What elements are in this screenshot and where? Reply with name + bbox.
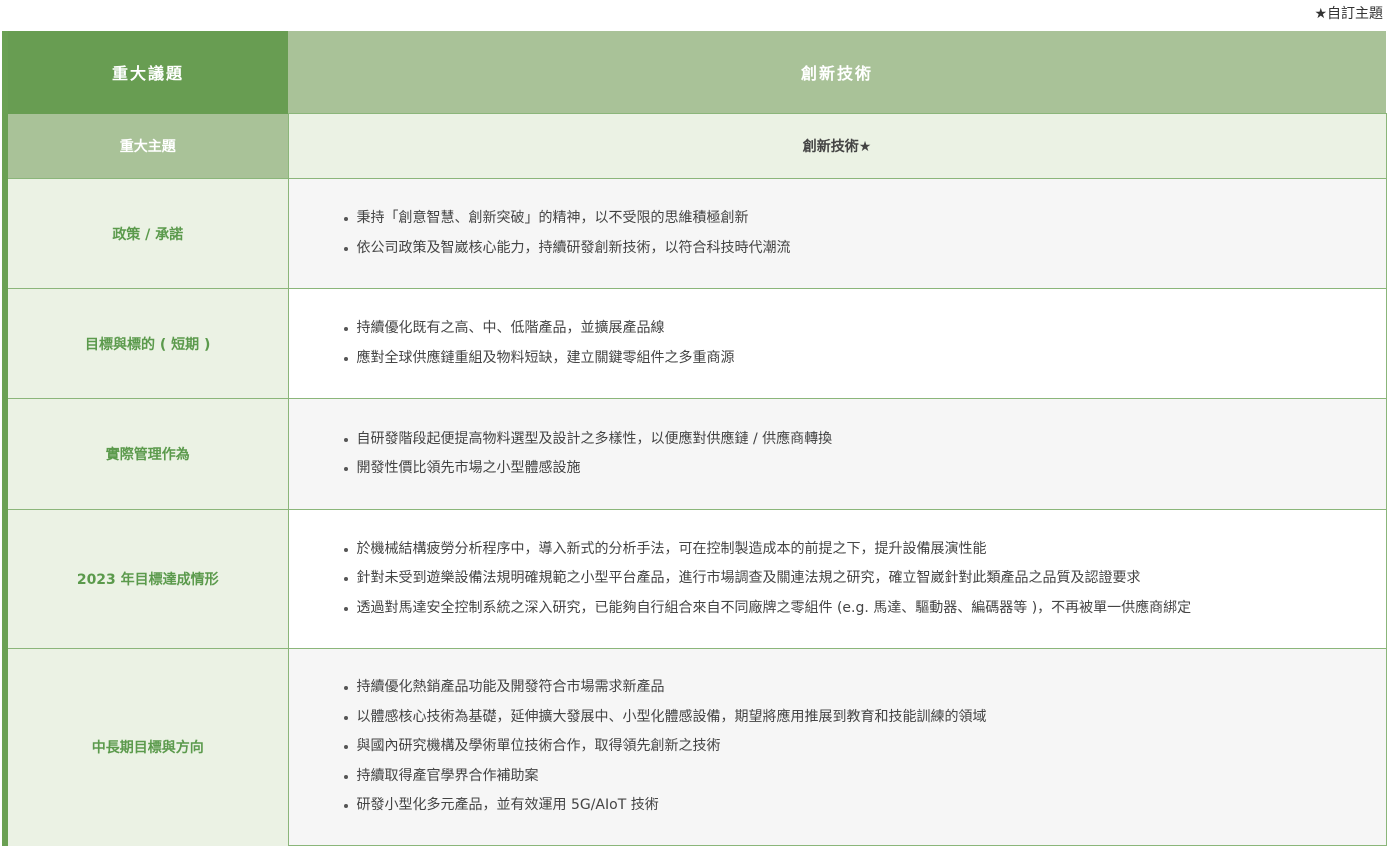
list-item: 開發性價比領先市場之小型體感設施 — [343, 454, 1386, 484]
table-row: 實際管理作為 自研發階段起便提高物料選型及設計之多樣性，以便應對供應鏈 / 供應… — [2, 398, 1387, 510]
list-item: 依公司政策及智崴核心能力，持續研發創新技術，以符合科技時代潮流 — [343, 234, 1386, 264]
custom-topic-note: ★自訂主題 — [1314, 6, 1383, 22]
list-item: 持續優化熱銷產品功能及開發符合市場需求新產品 — [343, 673, 1386, 703]
bullet-list: 自研發階段起便提高物料選型及設計之多樣性，以便應對供應鏈 / 供應商轉換 開發性… — [289, 425, 1386, 484]
row-content-management-actions: 自研發階段起便提高物料選型及設計之多樣性，以便應對供應鏈 / 供應商轉換 開發性… — [287, 398, 1387, 510]
subheader-col2: 創新技術★ — [287, 113, 1387, 179]
subheader-col1: 重大主題 — [2, 113, 288, 179]
row-label-long-term-goals: 中長期目標與方向 — [2, 648, 288, 846]
header-col1: 重大議題 — [2, 31, 288, 114]
row-content-2023-achievement: 於機械結構疲勞分析程序中，導入新式的分析手法，可在控制製造成本的前提之下，提升設… — [287, 509, 1387, 649]
list-item: 於機械結構疲勞分析程序中，導入新式的分析手法，可在控制製造成本的前提之下，提升設… — [343, 535, 1386, 565]
material-topic-table: 重大議題 創新技術 重大主題 創新技術★ 政策 / 承諾 秉持「創意智慧、創新突… — [2, 31, 1387, 846]
list-item: 以體感核心技術為基礎，延伸擴大發展中、小型化體感設備，期望將應用推展到教育和技能… — [343, 703, 1386, 733]
table-row: 中長期目標與方向 持續優化熱銷產品功能及開發符合市場需求新產品 以體感核心技術為… — [2, 648, 1387, 846]
list-item: 針對未受到遊樂設備法規明確規範之小型平台產品，進行市場調查及關連法規之研究，確立… — [343, 564, 1386, 594]
list-item: 應對全球供應鏈重組及物料短缺，建立關鍵零組件之多重商源 — [343, 344, 1386, 374]
header-row: 重大議題 創新技術 — [2, 31, 1386, 114]
list-item: 自研發階段起便提高物料選型及設計之多樣性，以便應對供應鏈 / 供應商轉換 — [343, 425, 1386, 455]
bullet-list: 持續優化既有之高、中、低階產品，並擴展產品線 應對全球供應鏈重組及物料短缺，建立… — [289, 314, 1386, 373]
bullet-list: 於機械結構疲勞分析程序中，導入新式的分析手法，可在控制製造成本的前提之下，提升設… — [289, 535, 1386, 624]
header-col2: 創新技術 — [288, 31, 1386, 114]
table-row: 政策 / 承諾 秉持「創意智慧、創新突破」的精神，以不受限的思維積極創新 依公司… — [2, 178, 1387, 289]
list-item: 持續優化既有之高、中、低階產品，並擴展產品線 — [343, 314, 1386, 344]
subheader-row: 重大主題 創新技術★ — [2, 113, 1387, 179]
row-content-long-term-goals: 持續優化熱銷產品功能及開發符合市場需求新產品 以體感核心技術為基礎，延伸擴大發展… — [287, 648, 1387, 846]
bullet-list: 秉持「創意智慧、創新突破」的精神，以不受限的思維積極創新 依公司政策及智崴核心能… — [289, 204, 1386, 263]
list-item: 秉持「創意智慧、創新突破」的精神，以不受限的思維積極創新 — [343, 204, 1386, 234]
table-row: 目標與標的 ( 短期 ) 持續優化既有之高、中、低階產品，並擴展產品線 應對全球… — [2, 288, 1387, 399]
row-label-short-term-goals: 目標與標的 ( 短期 ) — [2, 288, 288, 399]
bullet-list: 持續優化熱銷產品功能及開發符合市場需求新產品 以體感核心技術為基礎，延伸擴大發展… — [289, 673, 1386, 821]
list-item: 透過對馬達安全控制系統之深入研究，已能夠自行組合來自不同廠牌之零組件 (e.g.… — [343, 594, 1386, 624]
list-item: 持續取得產官學界合作補助案 — [343, 762, 1386, 792]
list-item: 與國內研究機構及學術單位技術合作，取得領先創新之技術 — [343, 732, 1386, 762]
row-content-policy: 秉持「創意智慧、創新突破」的精神，以不受限的思維積極創新 依公司政策及智崴核心能… — [287, 178, 1387, 289]
row-label-2023-achievement: 2023 年目標達成情形 — [2, 509, 288, 649]
row-label-management-actions: 實際管理作為 — [2, 398, 288, 510]
row-label-policy: 政策 / 承諾 — [2, 178, 288, 289]
table-row: 2023 年目標達成情形 於機械結構疲勞分析程序中，導入新式的分析手法，可在控制… — [2, 509, 1387, 649]
list-item: 研發小型化多元產品，並有效運用 5G/AIoT 技術 — [343, 791, 1386, 821]
row-content-short-term-goals: 持續優化既有之高、中、低階產品，並擴展產品線 應對全球供應鏈重組及物料短缺，建立… — [287, 288, 1387, 399]
